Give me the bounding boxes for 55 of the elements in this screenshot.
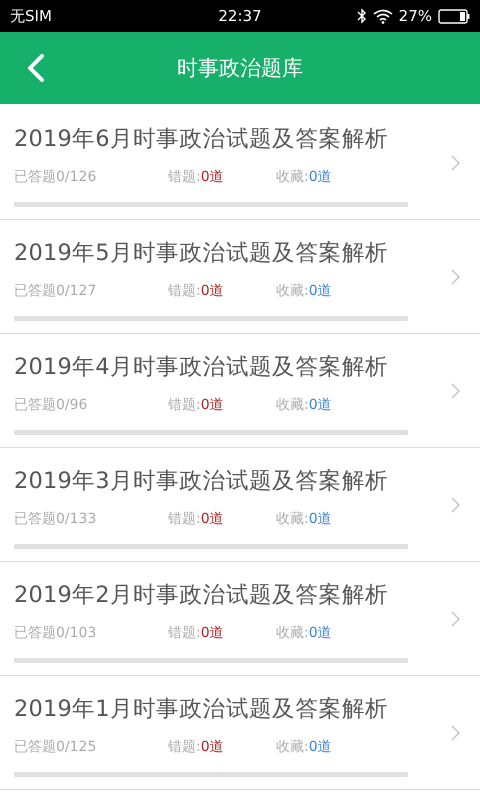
favorite-label: 收藏: [276, 738, 309, 754]
wrong-label: 错题: [168, 168, 201, 184]
quiz-list-item[interactable]: 2019年6月时事政治试题及答案解析 已答题0/126 错题:0道 收藏:0道 [0, 106, 480, 219]
bluetooth-icon [356, 8, 367, 24]
answered-count: 已答题0/125 [14, 738, 98, 756]
quiz-title: 2019年4月时事政治试题及答案解析 [14, 352, 390, 382]
answered-count: 已答题0/133 [14, 510, 98, 528]
quiz-list-item[interactable]: 2019年1月时事政治试题及答案解析 已答题0/125 错题:0道 收藏:0道 [0, 676, 480, 789]
answered-count: 已答题0/126 [14, 168, 98, 186]
wrong-count: 0道 [200, 624, 224, 640]
favorite-count: 0道 [308, 396, 332, 412]
chevron-right-icon [451, 496, 460, 512]
quiz-list-item[interactable]: 2019年2月时事政治试题及答案解析 已答题0/103 错题:0道 收藏:0道 [0, 562, 480, 675]
wrong-label: 错题: [168, 396, 201, 412]
wifi-icon [372, 8, 393, 24]
quiz-list-item[interactable]: 2019年5月时事政治试题及答案解析 已答题0/127 错题:0道 收藏:0道 [0, 220, 480, 333]
page-title: 时事政治题库 [177, 55, 303, 82]
favorite-label: 收藏: [276, 168, 309, 184]
clock: 22:37 [218, 7, 262, 25]
wrong-label: 错题: [168, 738, 201, 754]
favorite-count: 0道 [308, 624, 332, 640]
wrong-count: 0道 [200, 396, 224, 412]
quiz-title: 2019年2月时事政治试题及答案解析 [14, 580, 390, 610]
answered-count: 已答题0/127 [14, 282, 98, 300]
battery-percent: 27% [398, 7, 432, 25]
wrong-label: 错题: [168, 624, 201, 640]
chevron-right-icon [451, 724, 460, 740]
favorite-label: 收藏: [276, 282, 309, 298]
wrong-count: 0道 [200, 510, 224, 526]
carrier-label: 无SIM [10, 6, 52, 24]
wrong-count: 0道 [200, 738, 224, 754]
chevron-right-icon [451, 154, 460, 170]
chevron-right-icon [451, 610, 460, 626]
quiz-title: 2019年5月时事政治试题及答案解析 [14, 238, 390, 268]
quiz-title: 2019年6月时事政治试题及答案解析 [14, 124, 390, 154]
favorite-count: 0道 [308, 510, 332, 526]
quiz-list-item[interactable]: 2019年3月时事政治试题及答案解析 已答题0/133 错题:0道 收藏:0道 [0, 448, 480, 561]
answered-count: 已答题0/96 [14, 396, 88, 414]
chevron-right-icon [451, 268, 460, 284]
battery-icon [438, 8, 470, 24]
favorite-label: 收藏: [276, 396, 309, 412]
chevron-right-icon [451, 382, 460, 398]
wrong-label: 错题: [168, 510, 201, 526]
quiz-title: 2019年3月时事政治试题及答案解析 [14, 466, 390, 496]
wrong-count: 0道 [200, 168, 224, 184]
answered-count: 已答题0/103 [14, 624, 98, 642]
favorite-label: 收藏: [276, 624, 309, 640]
favorite-label: 收藏: [276, 510, 309, 526]
wrong-label: 错题: [168, 282, 201, 298]
quiz-list-item[interactable]: 2019年4月时事政治试题及答案解析 已答题0/96 错题:0道 收藏:0道 [0, 334, 480, 447]
favorite-count: 0道 [308, 168, 332, 184]
quiz-title: 2019年1月时事政治试题及答案解析 [14, 694, 390, 724]
favorite-count: 0道 [308, 738, 332, 754]
wrong-count: 0道 [200, 282, 224, 298]
favorite-count: 0道 [308, 282, 332, 298]
